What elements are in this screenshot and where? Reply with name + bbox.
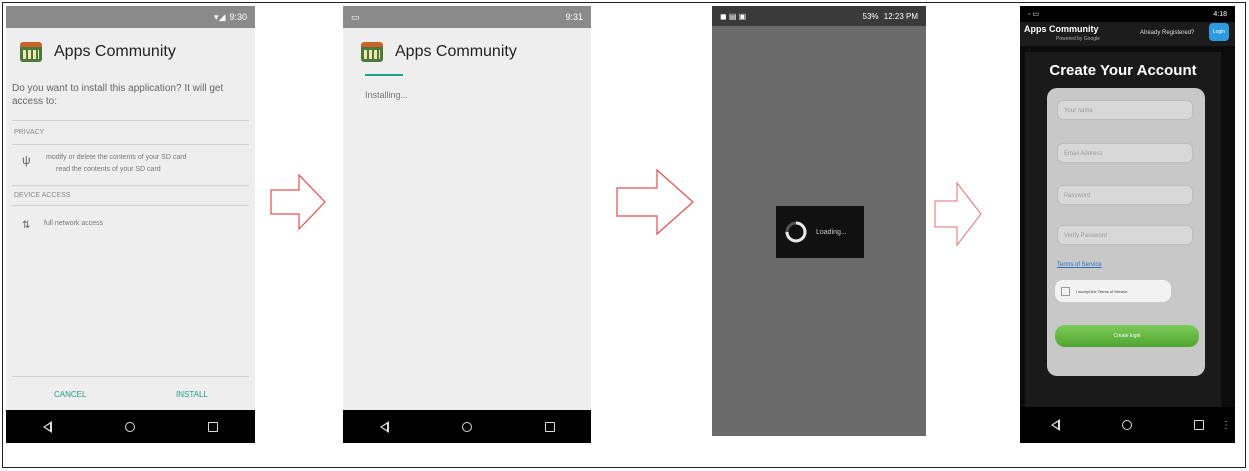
status-bar: ◦ ▭ 4:18 [1020,6,1235,22]
phone-create-account: ◦ ▭ 4:18 Apps Community Powered by Googl… [1020,6,1235,443]
app-icon [20,42,42,62]
signal-icon: ▾◢ [214,11,226,22]
checkbox[interactable] [1061,286,1070,296]
form-panel: Create Your Account Your name Email Addr… [1025,52,1221,408]
network-arrows-icon: ⇅ [22,220,31,231]
arrow-right-icon [270,173,326,231]
powered-by: Powered by Google [1056,36,1100,42]
app-top-bar: Apps Community Powered by Google Already… [1020,22,1235,46]
phone-loading: ◼ ▤ ▣ 53% 12:23 PM Loading... [712,6,926,436]
arrow-right-icon [934,181,982,247]
email-field[interactable]: Email Address [1057,143,1193,163]
app-title: Apps Community [54,43,176,60]
home-icon[interactable] [124,421,135,432]
form-title: Create Your Account [1049,62,1197,79]
status-bar: ▭ 9:31 [343,6,591,28]
privacy-item-2: read the contents of your SD card [56,166,161,173]
app-name: Apps Community [1024,24,1099,34]
status-time: 12:23 PM [883,11,918,21]
status-time: 9:30 [229,12,247,22]
login-button[interactable]: Login [1209,23,1229,41]
install-button[interactable]: INSTALL [176,390,208,399]
status-bar: ▾◢ 9:30 [6,6,255,28]
status-time: 4:18 [1213,10,1227,18]
flow-arrow [269,173,327,231]
figure-frame: ▾◢ 9:30 Apps Community Do you want to in… [2,2,1246,468]
home-icon[interactable] [461,421,472,432]
phone-installing: ▭ 9:31 Apps Community Installing... [343,6,591,443]
recents-icon[interactable] [544,421,555,432]
phone-install-permissions: ▾◢ 9:30 Apps Community Do you want to in… [6,6,255,443]
installing-text: Installing... [365,90,409,100]
nav-bar [343,410,591,443]
terms-link[interactable]: Terms of Service [1057,262,1102,268]
app-header: Apps Community [6,28,255,62]
arrow-right-icon [616,168,694,236]
status-bar: ◼ ▤ ▣ 53% 12:23 PM [712,6,926,26]
accept-terms-box[interactable]: I accept the Terms of Service [1055,280,1171,302]
status-battery: 53% [862,11,879,21]
device-access-header: DEVICE ACCESS [14,192,71,199]
notification-icons: ◼ ▤ ▣ [720,11,747,21]
password-field[interactable]: Password [1057,185,1193,205]
privacy-header: PRIVACY [14,129,45,136]
loading-dialog: Loading... [776,206,864,258]
spinner-icon [785,221,807,243]
already-registered: Already Registered? [1140,30,1195,36]
device-item: full network access [44,220,104,227]
device-permission: ⇅ full network access [6,206,255,231]
app-header: Apps Community [343,28,591,62]
nav-bar [6,410,255,443]
notification-icons: ◦ ▭ [1028,11,1040,18]
privacy-permission: ψ modify or delete the contents of your … [6,145,255,173]
divider [12,376,249,377]
nav-bar: ⋮ [1020,407,1235,443]
app-title: Apps Community [395,43,517,60]
privacy-item-1: modify or delete the contents of your SD… [46,154,187,161]
verify-password-field[interactable]: Verify Password [1057,225,1193,245]
recents-icon[interactable] [1194,420,1204,430]
name-field[interactable]: Your name [1057,100,1193,120]
usb-icon: ψ [22,153,31,167]
accept-terms-label: I accept the Terms of Service [1076,288,1128,294]
back-icon[interactable] [42,420,52,433]
status-right: 53% 12:23 PM [863,12,919,21]
install-prompt: Do you want to install this application?… [12,83,224,107]
back-icon[interactable] [379,420,389,433]
loading-text: Loading... [816,228,847,236]
form-card: Your name Email Address Password Verify … [1047,88,1205,376]
cancel-button[interactable]: CANCEL [54,390,86,399]
flow-arrow [933,181,983,247]
home-icon[interactable] [1122,420,1132,430]
privacy-permission-text: modify or delete the contents of your SD… [46,153,241,173]
back-icon[interactable] [1051,419,1060,431]
recents-icon[interactable] [208,421,219,432]
menu-dots-icon[interactable]: ⋮ [1221,420,1231,431]
download-icon: ▭ [351,11,360,22]
status-time: 9:31 [565,12,583,22]
flow-arrow [615,168,695,236]
create-login-button[interactable]: Create login [1055,325,1199,347]
app-icon [361,42,383,62]
